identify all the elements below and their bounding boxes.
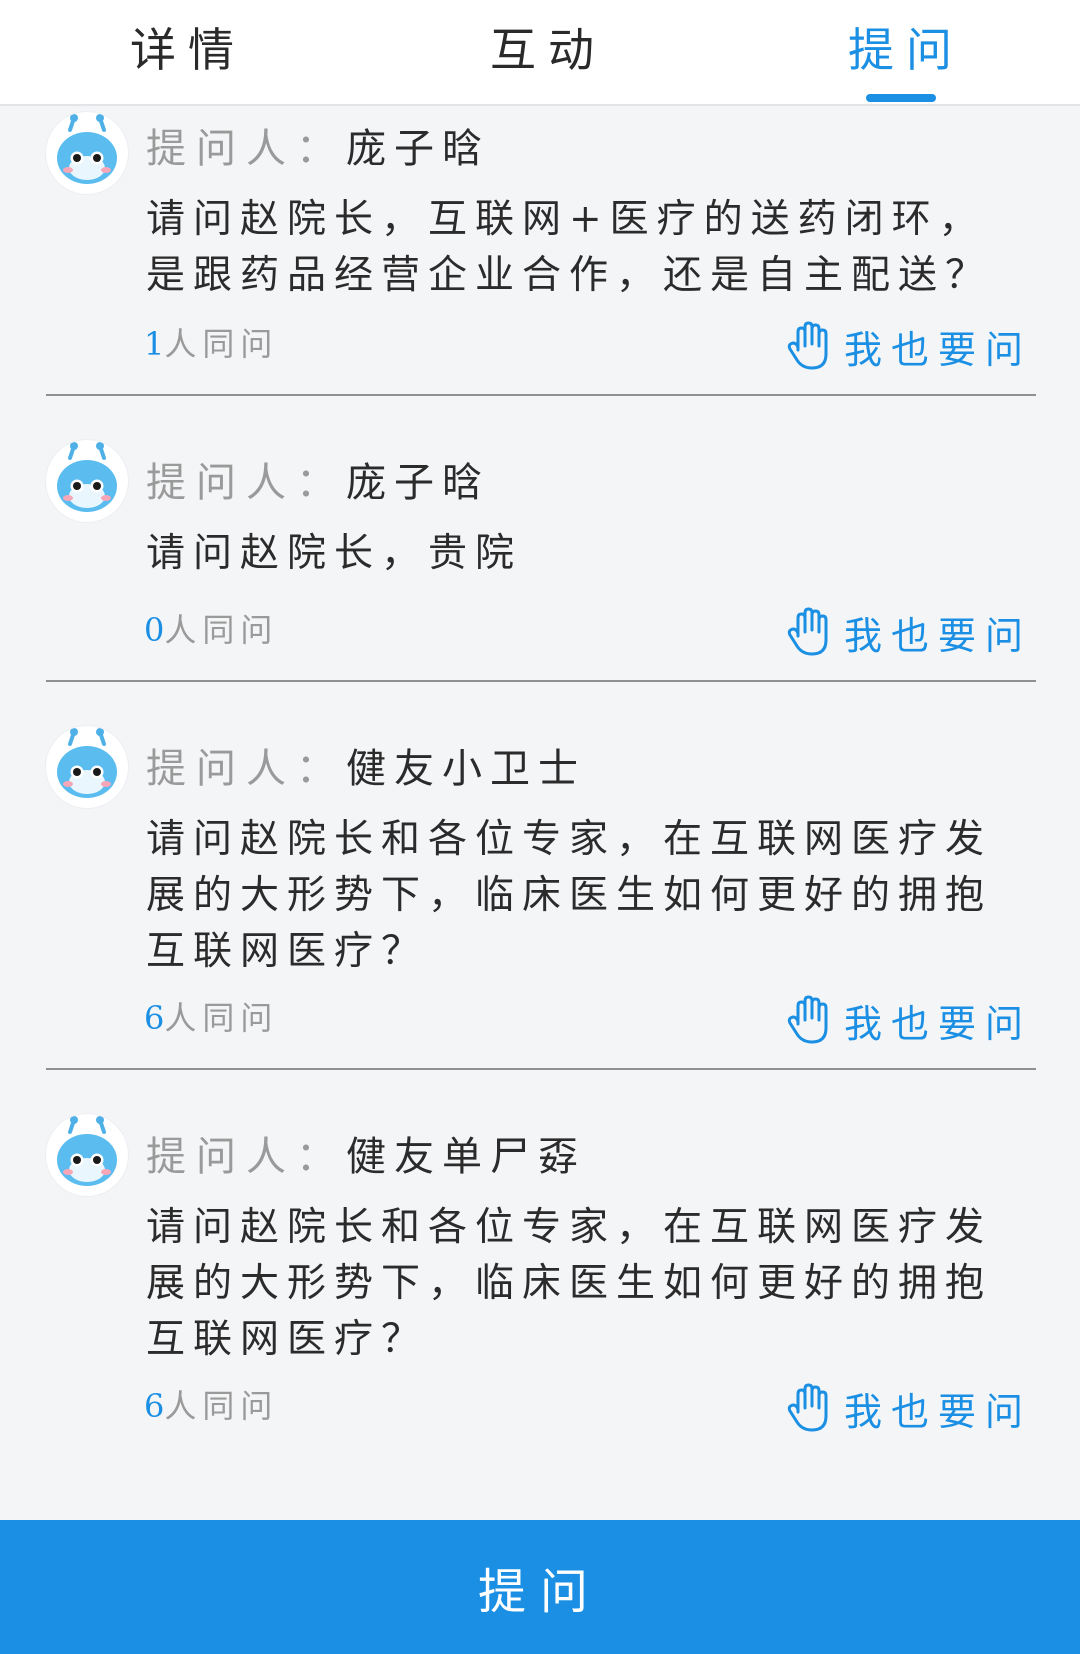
asker-row: 提问人：庞子晗 <box>146 124 490 174</box>
same-ask-number: 6 <box>144 999 165 1037</box>
same-ask-suffix: 人同问 <box>164 611 279 649</box>
ask-too-button[interactable]: 我也要问 <box>786 1380 1032 1436</box>
same-ask-suffix: 人同问 <box>164 1387 279 1425</box>
same-ask-count: 1人同问 <box>144 324 278 364</box>
active-tab-indicator <box>866 94 936 102</box>
tab-bar: 详情 互动 提问 <box>0 0 1080 106</box>
tab-interaction[interactable]: 互动 <box>490 22 606 78</box>
asker-label: 提问人： <box>146 460 346 506</box>
ask-too-label: 我也要问 <box>844 1001 1033 1046</box>
raised-hand-icon <box>787 607 828 656</box>
same-ask-suffix: 人同问 <box>164 325 279 363</box>
same-ask-number: 6 <box>144 1387 165 1425</box>
cartoon-face-icon <box>46 440 128 522</box>
same-ask-count: 6人同问 <box>144 998 278 1038</box>
question-text: 请问赵院长和各位专家，在互联网医疗发展的大形势下，临床医生如何更好的拥抱互联网医… <box>146 1205 993 1362</box>
ask-too-label: 我也要问 <box>844 1389 1033 1434</box>
asker-label: 提问人： <box>146 126 346 172</box>
ask-too-button[interactable]: 我也要问 <box>786 604 1032 660</box>
question-text: 请问赵院长，互联网+医疗的送药闭环，是跟药品经营企业合作，还是自主配送？ <box>146 197 993 298</box>
ask-question-label: 提问 <box>477 1564 602 1620</box>
asker-name: 庞子晗 <box>346 126 490 172</box>
asker-name: 健友小卫士 <box>346 746 586 792</box>
same-ask-count: 6人同问 <box>144 1386 278 1426</box>
divider <box>46 394 1036 396</box>
same-ask-number: 1 <box>144 325 165 363</box>
asker-name: 健友单尸孬 <box>346 1134 586 1180</box>
divider <box>46 1068 1036 1070</box>
same-ask-number: 0 <box>144 611 165 649</box>
ask-too-button[interactable]: 我也要问 <box>786 318 1032 374</box>
asker-row: 提问人：庞子晗 <box>146 458 490 508</box>
tab-questions[interactable]: 提问 <box>848 22 964 78</box>
asker-row: 提问人：健友单尸孬 <box>146 1132 586 1182</box>
question-text: 请问赵院长和各位专家，在互联网医疗发展的大形势下，临床医生如何更好的拥抱互联网医… <box>146 817 993 974</box>
cartoon-face-icon <box>46 1114 128 1196</box>
page: 详情 互动 提问 提问人：庞子晗 请问赵院长，互联网+医疗的送药闭环，是跟药品经… <box>0 0 1080 1654</box>
same-ask-suffix: 人同问 <box>164 999 279 1037</box>
raised-hand-icon <box>787 1383 828 1432</box>
question-text: 请问赵院长，贵院 <box>146 531 523 576</box>
asker-name: 庞子晗 <box>346 460 490 506</box>
ask-question-button[interactable]: 提问 <box>0 1520 1080 1654</box>
ask-too-label: 我也要问 <box>844 613 1033 658</box>
asker-label: 提问人： <box>146 1134 346 1180</box>
asker-label: 提问人： <box>146 746 346 792</box>
raised-hand-icon <box>787 321 828 370</box>
ask-too-button[interactable]: 我也要问 <box>786 992 1032 1048</box>
cartoon-face-icon <box>46 726 128 808</box>
tab-details[interactable]: 详情 <box>130 22 246 78</box>
asker-row: 提问人：健友小卫士 <box>146 744 586 794</box>
cartoon-face-icon <box>46 112 128 194</box>
ask-too-label: 我也要问 <box>844 327 1033 372</box>
raised-hand-icon <box>787 995 828 1044</box>
divider <box>46 680 1036 682</box>
same-ask-count: 0人同问 <box>144 610 278 650</box>
